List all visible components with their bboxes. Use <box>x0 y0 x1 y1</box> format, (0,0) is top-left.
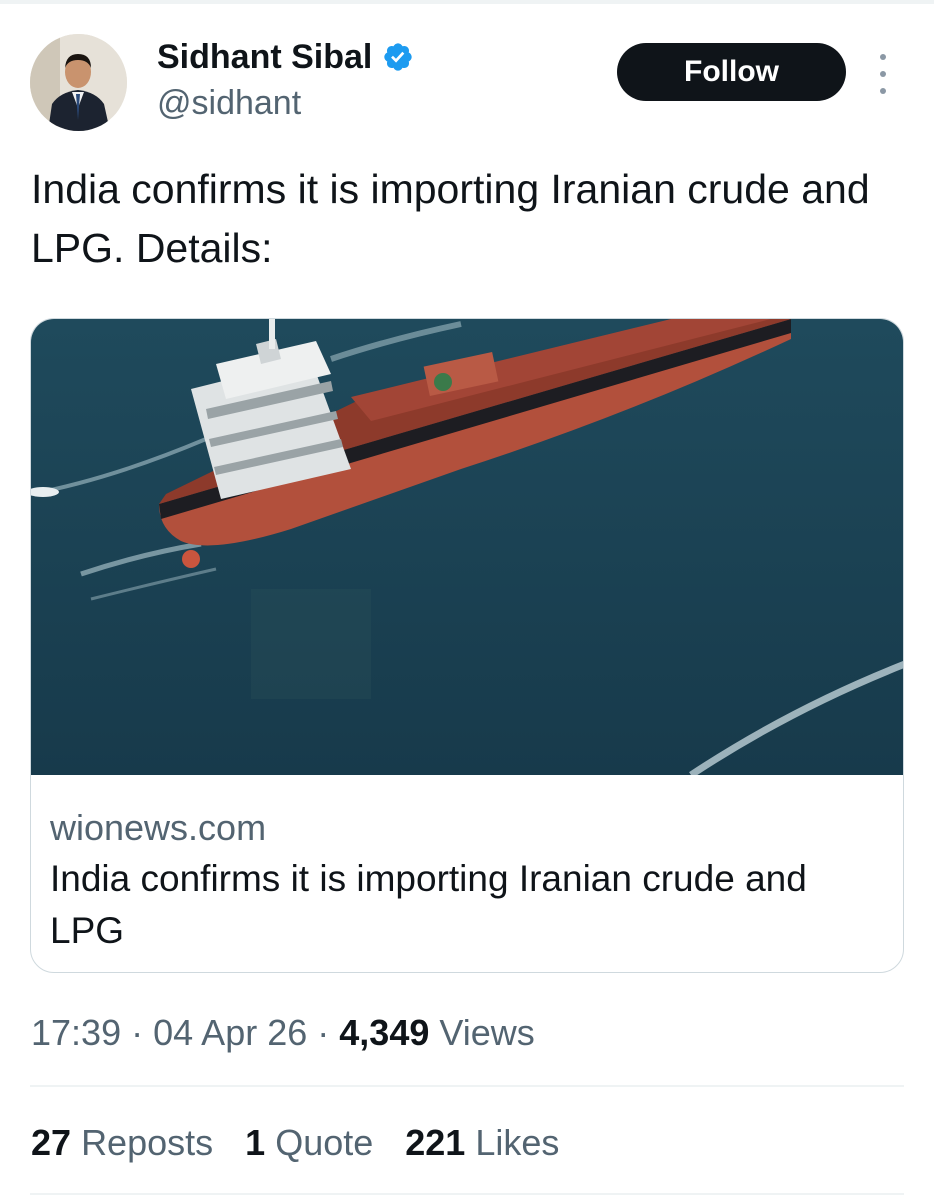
verified-badge-icon <box>384 43 413 71</box>
tweet-text: India confirms it is importing Iranian c… <box>31 166 870 271</box>
divider <box>30 1193 904 1195</box>
reposts-label: Reposts <box>81 1122 214 1163</box>
tweet-date[interactable]: 04 Apr 26 <box>153 1012 307 1053</box>
likes-stat[interactable]: 221 Likes <box>405 1120 559 1166</box>
tweet-meta: 17:39 · 04 Apr 26 · 4,349 Views <box>31 1010 535 1056</box>
more-options-icon[interactable] <box>872 54 894 94</box>
tweet-time[interactable]: 17:39 <box>31 1012 121 1053</box>
reposts-count: 27 <box>31 1122 72 1163</box>
engagement-stats: 27 Reposts 1 Quote 221 Likes <box>31 1120 591 1166</box>
reposts-stat[interactable]: 27 Reposts <box>31 1120 213 1166</box>
quotes-stat[interactable]: 1 Quote <box>245 1120 373 1166</box>
meta-separator: · <box>317 1012 330 1053</box>
views-count: 4,349 <box>339 1012 430 1053</box>
views-label: Views <box>439 1012 535 1053</box>
meta-separator: · <box>131 1012 144 1053</box>
author-name-row: Sidhant Sibal <box>157 36 414 78</box>
card-title[interactable]: India confirms it is importing Iranian c… <box>50 853 870 957</box>
quotes-count: 1 <box>245 1122 266 1163</box>
follow-button[interactable]: Follow <box>617 43 846 101</box>
top-divider <box>0 0 934 4</box>
card-domain[interactable]: wionews.com <box>50 806 266 850</box>
avatar[interactable] <box>30 34 127 131</box>
divider <box>30 1085 904 1087</box>
likes-count: 221 <box>405 1122 466 1163</box>
author-name[interactable]: Sidhant Sibal <box>157 36 372 78</box>
author-handle[interactable]: @sidhant <box>157 82 301 124</box>
card-image[interactable] <box>31 319 904 775</box>
link-card[interactable]: wionews.com India confirms it is importi… <box>30 318 904 973</box>
quotes-label: Quote <box>275 1122 374 1163</box>
likes-label: Likes <box>475 1122 560 1163</box>
